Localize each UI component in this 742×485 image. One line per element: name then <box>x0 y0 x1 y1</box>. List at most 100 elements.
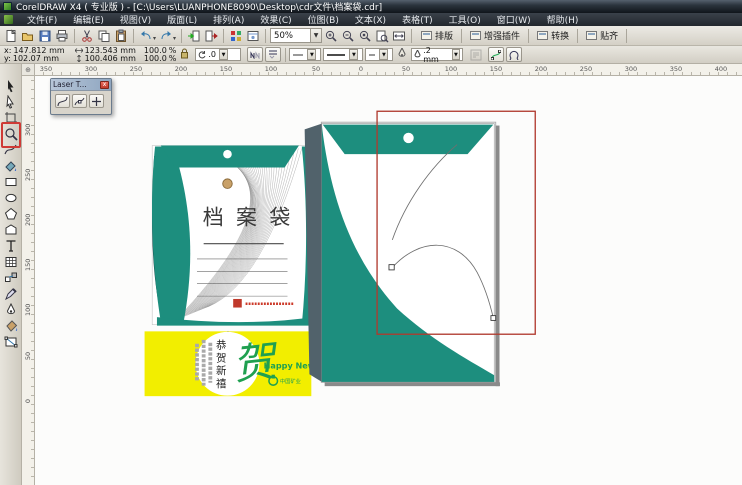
separator <box>285 48 286 62</box>
paste-icon[interactable] <box>113 28 129 44</box>
chevron-down-icon[interactable]: ▼ <box>310 29 321 42</box>
title-bar: CorelDRAW X4 ( 专业版 ) - [C:\Users\LUANPHO… <box>0 0 742 13</box>
save-icon[interactable] <box>37 28 53 44</box>
ruler-label: 100 <box>265 65 277 73</box>
text-tool-icon[interactable] <box>3 238 19 253</box>
app-launcher-icon[interactable] <box>228 28 244 44</box>
toolbar-button-2[interactable]: 转换 <box>532 28 574 44</box>
chevron-down-icon[interactable]: ▼ <box>219 49 228 60</box>
new-icon[interactable] <box>3 28 19 44</box>
shape-tool-icon[interactable] <box>3 94 19 109</box>
mirror-vertical-button[interactable] <box>265 47 281 62</box>
object-height-icon <box>75 55 83 62</box>
y-position-field[interactable]: 102.07 mm <box>13 55 59 63</box>
scale-y-field[interactable]: 100.0 <box>144 55 167 63</box>
vertical-ruler[interactable]: 300250200150100500 <box>22 76 35 485</box>
window-icon <box>537 31 548 40</box>
chevron-down-icon[interactable]: ▾ <box>173 35 176 42</box>
toolbar-button-0[interactable]: 排版 <box>416 28 458 44</box>
interactive-fill-tool-icon[interactable] <box>3 334 19 349</box>
artwork-layer[interactable]: 档案袋 <box>35 76 742 485</box>
toolbox <box>0 64 22 485</box>
open-curve-button[interactable] <box>506 47 522 62</box>
pick-tool-icon[interactable] <box>3 78 19 93</box>
tool-highlight-box <box>1 122 21 148</box>
add-node-icon[interactable] <box>89 94 104 108</box>
zoom-level-combo[interactable]: 50% ▼ <box>270 28 322 43</box>
chevron-down-icon[interactable]: ▼ <box>307 49 316 60</box>
outline-width-combo[interactable]: .2 mm ▼ <box>411 48 463 61</box>
chevron-down-icon[interactable]: ▾ <box>153 35 156 42</box>
page-shadow-right <box>496 126 500 387</box>
outline-width-value: .2 mm <box>423 46 448 64</box>
chevron-down-icon[interactable]: ▼ <box>379 49 388 60</box>
cut-icon[interactable] <box>79 28 95 44</box>
outline-pen-icon[interactable] <box>398 48 406 61</box>
curve-node-1[interactable] <box>389 265 394 270</box>
blend-tool-icon[interactable] <box>3 270 19 285</box>
print-icon[interactable] <box>54 28 70 44</box>
rotate-icon <box>198 51 206 59</box>
zoom-in-icon[interactable] <box>323 28 339 44</box>
rotation-angle-combo[interactable]: .0 ▼ <box>195 48 241 61</box>
laser-toolbar-titlebar[interactable]: Laser T... x <box>51 79 111 91</box>
laser-floating-toolbar[interactable]: Laser T... x <box>50 78 112 115</box>
ruler-label: 100 <box>445 65 457 73</box>
zoom-level-value: 50% <box>274 31 293 41</box>
app-icon <box>3 2 12 11</box>
smart-fill-tool-icon[interactable] <box>3 158 19 173</box>
welcome-screen-icon[interactable] <box>245 28 261 44</box>
ruler-label: 250 <box>24 171 32 181</box>
node-edit-icon[interactable] <box>72 94 87 108</box>
zoom-out-icon[interactable] <box>340 28 356 44</box>
toolbar-button-3[interactable]: 贴齐 <box>581 28 623 44</box>
ruler-label: 200 <box>24 216 32 226</box>
convert-to-curves-button[interactable] <box>488 47 504 62</box>
zoom-page-icon[interactable] <box>374 28 390 44</box>
basic-shapes-tool-icon[interactable] <box>3 222 19 237</box>
copy-icon[interactable] <box>96 28 112 44</box>
lock-ratio-icon[interactable] <box>180 48 189 61</box>
line-style-combo[interactable]: ▼ <box>323 48 363 61</box>
horizontal-ruler[interactable]: 3503002502001501005005010015020025030035… <box>35 64 742 76</box>
start-arrowhead-combo[interactable]: ▼ <box>289 48 321 61</box>
redo-icon[interactable] <box>158 28 174 44</box>
drawing-canvas[interactable]: 档案袋 <box>35 76 742 485</box>
close-icon[interactable]: x <box>100 81 109 89</box>
zoom-width-icon[interactable] <box>391 28 407 44</box>
end-arrowhead-combo[interactable]: ▼ <box>365 48 393 61</box>
table-tool-icon[interactable] <box>3 254 19 269</box>
ellipse-tool-icon[interactable] <box>3 190 19 205</box>
eyedropper-tool-icon[interactable] <box>3 286 19 301</box>
polygon-tool-icon[interactable] <box>3 206 19 221</box>
flap-hole <box>223 150 232 159</box>
rectangle-tool-icon[interactable] <box>3 174 19 189</box>
text-wrap-icon[interactable] <box>468 47 484 63</box>
import-icon[interactable] <box>186 28 202 44</box>
envelope-back-design[interactable] <box>305 124 496 382</box>
ruler-label: 350 <box>670 65 682 73</box>
toolbar-button-label: 排版 <box>435 29 453 42</box>
pen-nib-icon <box>414 50 421 59</box>
envelope-front-design[interactable]: 档案袋 <box>152 146 313 326</box>
string-button <box>223 179 233 189</box>
svg-text:禧: 禧 <box>216 377 227 390</box>
outline-pen-tool-icon[interactable] <box>3 302 19 317</box>
laser-toolbar-title: Laser T... <box>53 80 87 89</box>
object-height-field[interactable]: 100.406 mm <box>85 55 136 63</box>
envelope-title-text[interactable]: 档案袋 <box>203 206 303 230</box>
bezier-curve-icon[interactable] <box>55 94 70 108</box>
undo-icon[interactable] <box>138 28 154 44</box>
fill-tool-icon[interactable] <box>3 318 19 333</box>
ruler-origin[interactable]: ⊕ <box>22 64 35 76</box>
chevron-down-icon[interactable]: ▼ <box>452 49 461 60</box>
chevron-down-icon[interactable]: ▼ <box>349 49 358 60</box>
curve-node-2[interactable] <box>491 316 496 321</box>
open-icon[interactable] <box>20 28 36 44</box>
mirror-horizontal-button[interactable] <box>247 47 263 62</box>
line-style-icon <box>326 52 346 58</box>
toolbar-button-1[interactable]: 增强插件 <box>465 28 525 44</box>
export-icon[interactable] <box>203 28 219 44</box>
zoom-selected-icon[interactable] <box>357 28 373 44</box>
separator <box>133 29 134 43</box>
